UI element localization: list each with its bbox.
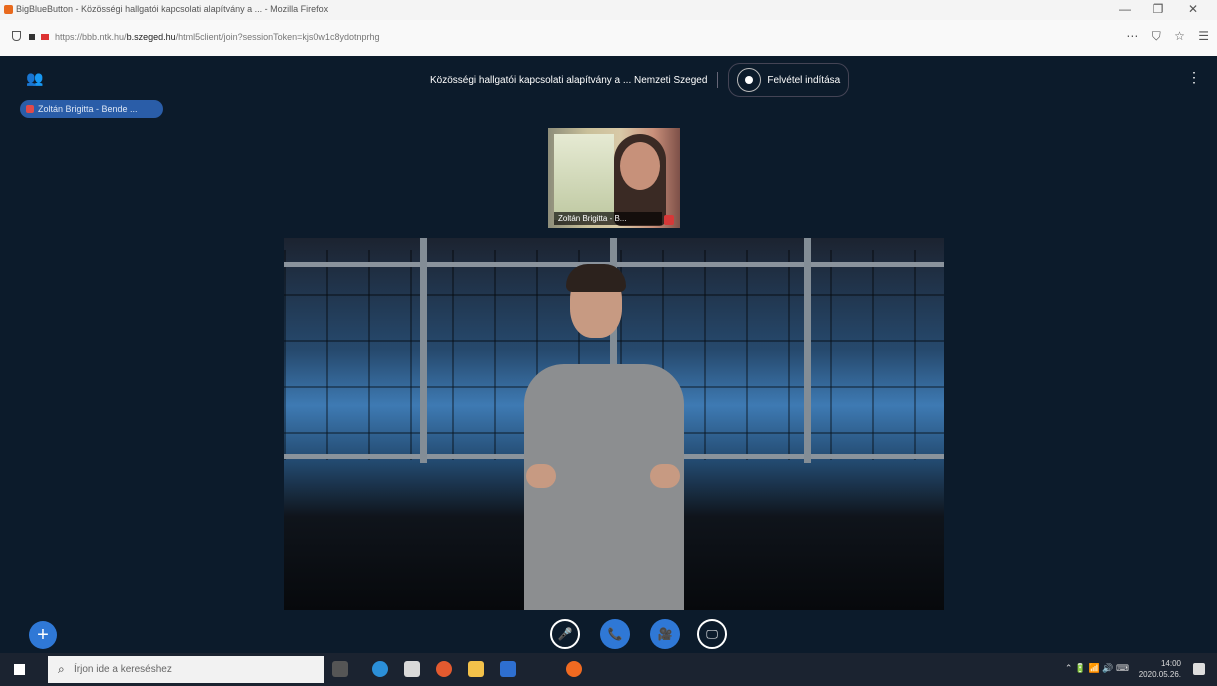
shield-icon <box>12 31 21 41</box>
notification-icon[interactable] <box>1193 663 1205 675</box>
url-actions: ⋯ ⛉ ☆ ☰ <box>1116 29 1209 44</box>
mute-mic-button[interactable]: 🎤 <box>550 619 580 649</box>
sign-language-interpreter <box>524 264 684 610</box>
microphone-icon: 🎤 <box>557 627 573 641</box>
record-label: Felvétel indítása <box>767 74 841 86</box>
meeting-title-bar: Közösségi hallgatói kapcsolati alapítván… <box>430 63 850 97</box>
firefox-taskbar-icon[interactable] <box>566 661 582 677</box>
minimize-button[interactable]: — <box>1110 2 1140 16</box>
bookmark-star-icon[interactable]: ☆ <box>1174 29 1185 43</box>
webcam-user-name: Zoltán Brigitta - B... <box>554 212 662 225</box>
url-field[interactable]: https://bbb.ntk.hu/b.szeged.hu/html5clie… <box>12 31 1112 47</box>
close-window-button[interactable]: ✕ <box>1178 2 1208 16</box>
windows-start-icon[interactable] <box>14 664 25 675</box>
webcam-thumbnail[interactable]: Zoltán Brigitta - B... <box>548 128 680 228</box>
pocket-icon[interactable]: ⛉ <box>1152 29 1161 43</box>
video-post <box>804 238 811 463</box>
record-button[interactable]: Felvétel indítása <box>728 63 850 97</box>
window-title: BigBlueButton - Közösségi hallgatói kapc… <box>16 4 329 14</box>
options-menu-icon[interactable]: ⋮ <box>1187 69 1201 86</box>
page-actions-icon[interactable]: ⋯ <box>1126 29 1138 43</box>
address-bar: https://bbb.ntk.hu/b.szeged.hu/html5clie… <box>0 20 1217 57</box>
file-explorer-icon[interactable] <box>468 661 484 677</box>
firefox-icon <box>4 5 13 14</box>
windows-taskbar: Írjon ide a kereséshez ⌃ 🔋 📶 🔊 ⌨ 14:00 2… <box>0 653 1217 686</box>
person-hair <box>566 264 626 292</box>
person-hand <box>650 464 680 488</box>
taskbar-search[interactable]: Írjon ide a kereséshez <box>48 656 324 683</box>
url-domain: b.szeged.hu <box>126 32 176 42</box>
taskbar-clock[interactable]: 14:00 2020.05.26. <box>1139 658 1181 680</box>
task-view-icon[interactable] <box>332 661 348 677</box>
actions-plus-button[interactable]: + <box>29 621 57 649</box>
browser-title-bar: BigBlueButton - Közösségi hallgatói kapc… <box>0 0 1217 20</box>
url-prefix: https://bbb.ntk.hu/ <box>55 32 127 42</box>
store-icon[interactable] <box>404 661 420 677</box>
meeting-title: Közösségi hallgatói kapcsolati alapítván… <box>430 74 708 86</box>
clock-time: 14:00 <box>1160 659 1181 668</box>
share-screen-button[interactable]: 🖵 <box>697 619 727 649</box>
main-video <box>284 238 944 610</box>
office-icon[interactable] <box>436 661 452 677</box>
webcam-background-poster <box>554 134 614 220</box>
leave-audio-button[interactable]: 📞 <box>600 619 630 649</box>
screen-share-icon: 🖵 <box>706 626 718 641</box>
mail-icon[interactable] <box>500 661 516 677</box>
camera-permission-icon[interactable] <box>41 34 49 40</box>
video-camera-icon: 🎥 <box>657 627 673 641</box>
share-webcam-button[interactable]: 🎥 <box>650 619 680 649</box>
divider <box>717 72 719 88</box>
lock-icon <box>29 34 35 40</box>
system-tray[interactable]: ⌃ 🔋 📶 🔊 ⌨ <box>1065 663 1129 674</box>
person-hand <box>526 464 556 488</box>
users-list-icon[interactable]: 👥 <box>26 70 43 87</box>
video-post <box>420 238 427 463</box>
url-path: /html5client/join?sessionToken=kjs0w1c8y… <box>175 32 380 42</box>
record-icon <box>737 68 762 92</box>
clock-date: 2020.05.26. <box>1138 670 1181 679</box>
meeting-app: 👥 Közösségi hallgatói kapcsolati alapítv… <box>0 56 1217 653</box>
maximize-button[interactable]: ❐ <box>1143 2 1173 16</box>
edge-icon[interactable] <box>372 661 388 677</box>
webcam-person-face <box>620 142 660 190</box>
presenter-badge[interactable]: Zoltán Brigitta - Bende ... <box>20 100 163 118</box>
phone-icon: 📞 <box>607 627 623 641</box>
muted-mic-icon <box>664 215 674 225</box>
hamburger-menu-icon[interactable]: ☰ <box>1198 29 1209 43</box>
